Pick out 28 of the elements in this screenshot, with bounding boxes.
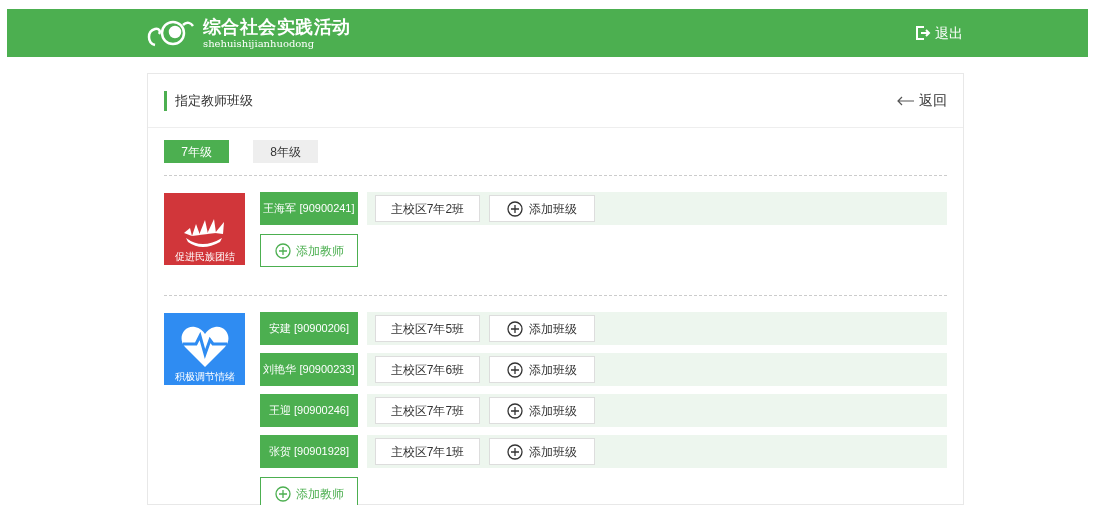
back-link[interactable]: 返回 [897,90,947,111]
class-button[interactable]: 主校区7年5班 [375,315,480,342]
logo-subtitle: shehuishijianhuodong [203,38,316,49]
plus-circle-icon [507,361,523,378]
grade-tab[interactable]: 8年级 [253,140,318,163]
class-button[interactable]: 主校区7年2班 [375,195,480,222]
class-button[interactable]: 主校区7年6班 [375,356,480,383]
plus-circle-icon [507,443,523,460]
class-button[interactable]: 主校区7年1班 [375,438,480,465]
title-accent [164,90,167,111]
add-class-button[interactable]: 添加班级 [489,356,595,383]
activity-name: 促进民族团结 [174,252,235,262]
class-button[interactable]: 主校区7年7班 [375,397,480,424]
plus-circle-icon [507,320,523,337]
plus-circle-icon [507,200,523,217]
add-class-button[interactable]: 添加班级 [489,195,595,222]
back-arrow-icon [897,95,915,106]
logout-icon [915,25,931,41]
logo-title: 综合社会实践活动 [203,17,351,36]
add-class-button[interactable]: 添加班级 [489,315,595,342]
add-class-button[interactable]: 添加班级 [489,438,595,465]
add-class-button[interactable]: 添加班级 [489,397,595,424]
heart-pulse-icon [179,324,230,368]
plus-circle-icon [274,242,291,259]
plus-circle-icon [274,485,291,502]
plus-circle-icon [507,402,523,419]
activity-name: 积极调节情绪 [174,372,235,382]
page-title: 指定教师班级 [175,91,253,110]
